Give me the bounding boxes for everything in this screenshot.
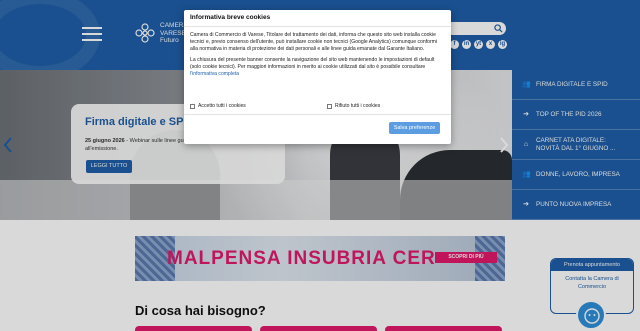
reject-all-checkbox[interactable]: [327, 103, 332, 109]
cookie-paragraph: La chiusura del presente banner consente…: [190, 57, 445, 78]
cookie-dialog-title: Informativa breve cookies: [184, 10, 451, 27]
accept-all-option[interactable]: Accetto tutti i cookies: [190, 103, 246, 109]
reject-all-label: Rifiuto tutti i cookies: [335, 103, 381, 109]
cookie-paragraph-text: La chiusura del presente banner consente…: [190, 57, 435, 71]
accept-all-checkbox[interactable]: [190, 103, 195, 109]
cookie-dialog-body: Camera di Commercio di Varese, Titolare …: [184, 27, 451, 79]
save-preferences-button[interactable]: Salva preferenze: [389, 122, 440, 134]
cookie-options: Accetto tutti i cookies Rifiuto tutti i …: [190, 103, 445, 113]
cookie-paragraph: Camera di Commercio di Varese, Titolare …: [190, 32, 438, 53]
reject-all-option[interactable]: Rifiuto tutti i cookies: [327, 103, 380, 109]
divider: [184, 114, 451, 115]
full-policy-link[interactable]: l'informativa completa: [190, 71, 239, 77]
accept-all-label: Accetto tutti i cookies: [198, 103, 246, 109]
cookie-dialog: Informativa breve cookies Camera di Comm…: [184, 10, 451, 144]
